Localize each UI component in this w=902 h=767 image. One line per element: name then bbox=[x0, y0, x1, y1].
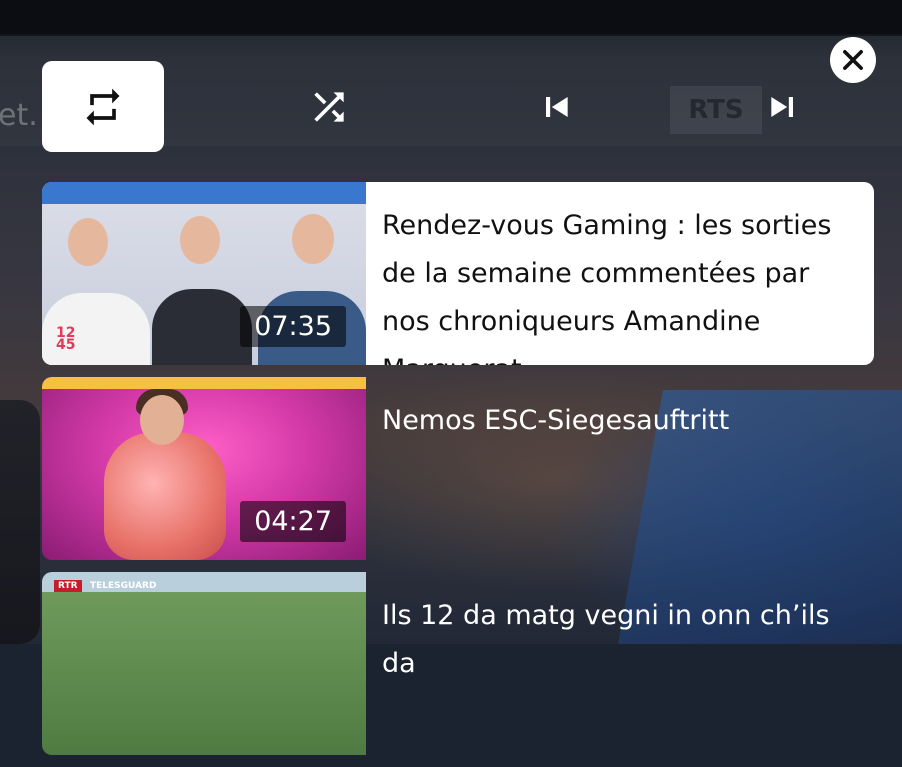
next-button[interactable] bbox=[754, 78, 812, 136]
video-title: Ils 12 da matg vegni in onn ch’ils da bbox=[382, 600, 830, 679]
shuffle-button[interactable] bbox=[300, 78, 358, 136]
close-button[interactable] bbox=[830, 37, 876, 83]
playlist-item[interactable]: 12 45 07:35 Rendez-vous Gaming : les sort… bbox=[42, 182, 874, 365]
close-icon bbox=[843, 50, 863, 70]
playback-controls bbox=[0, 0, 902, 160]
duration-badge: 04:27 bbox=[240, 501, 346, 542]
channel-badge: 12 45 bbox=[56, 325, 76, 353]
video-thumbnail: 12 45 07:35 bbox=[42, 182, 366, 365]
video-thumbnail: RTR TELESGUARD bbox=[42, 572, 366, 755]
video-thumbnail: 04:27 bbox=[42, 377, 366, 560]
duration-badge: 07:35 bbox=[240, 306, 346, 347]
video-title: Nemos ESC-Siegesauftritt bbox=[382, 405, 730, 436]
performer-costume bbox=[104, 432, 226, 560]
playlist: 12 45 07:35 Rendez-vous Gaming : les sort… bbox=[42, 182, 874, 767]
repeat-icon bbox=[86, 88, 120, 125]
stage-light-strip bbox=[42, 377, 366, 389]
video-title: Rendez-vous Gaming : les sorties de la s… bbox=[382, 210, 832, 365]
shuffle-icon bbox=[314, 92, 344, 122]
presenter-face bbox=[292, 214, 334, 264]
skip-previous-icon bbox=[546, 97, 568, 117]
channel-logo-label: TELESGUARD bbox=[90, 581, 157, 591]
skip-next-icon bbox=[771, 97, 793, 117]
playlist-item[interactable]: RTR TELESGUARD Ils 12 da matg vegni in o… bbox=[42, 572, 874, 755]
repeat-button[interactable] bbox=[42, 61, 164, 152]
presenter-face bbox=[180, 216, 220, 264]
presenter-shape bbox=[152, 289, 252, 365]
performer-face bbox=[140, 395, 184, 445]
channel-logo: RTR bbox=[54, 580, 82, 592]
previous-button[interactable] bbox=[527, 78, 585, 136]
presenter-face bbox=[68, 218, 108, 266]
playlist-item[interactable]: 04:27 Nemos ESC-Siegesauftritt bbox=[42, 377, 874, 560]
